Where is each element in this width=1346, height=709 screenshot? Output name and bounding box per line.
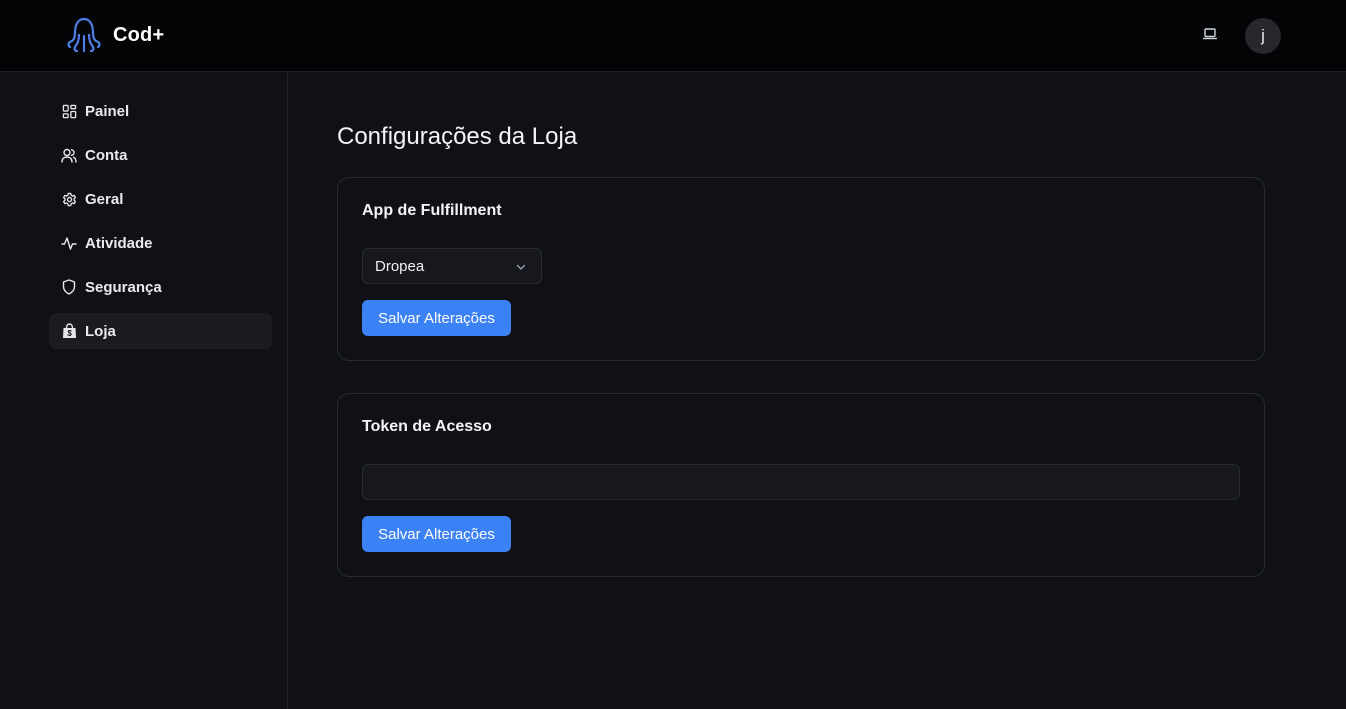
fulfillment-app-select[interactable]: Dropea bbox=[362, 248, 542, 284]
select-value: Dropea bbox=[375, 257, 425, 275]
chevron-down-icon bbox=[515, 260, 527, 272]
avatar-initial: j bbox=[1261, 26, 1265, 45]
top-bar: Cod+ j bbox=[0, 0, 1346, 72]
shopping-bag-icon bbox=[61, 323, 77, 339]
main-content: Configurações da Loja App de Fulfillment… bbox=[289, 73, 1346, 709]
gear-icon bbox=[61, 191, 77, 207]
sidebar-item-label: Conta bbox=[85, 146, 128, 164]
sidebar-item-label: Loja bbox=[85, 322, 116, 340]
theme-toggle-button[interactable] bbox=[1200, 27, 1220, 45]
sidebar-item-seguranca[interactable]: Segurança bbox=[49, 269, 272, 305]
activity-icon bbox=[61, 235, 77, 251]
app-name: Cod+ bbox=[113, 23, 165, 46]
sidebar-item-label: Segurança bbox=[85, 278, 162, 296]
octopus-logo-icon bbox=[66, 16, 102, 54]
save-token-button[interactable]: Salvar Alterações bbox=[362, 516, 511, 552]
page-title: Configurações da Loja bbox=[337, 123, 578, 150]
sidebar-item-atividade[interactable]: Atividade bbox=[49, 225, 272, 261]
save-fulfillment-button[interactable]: Salvar Alterações bbox=[362, 300, 511, 336]
dashboard-grid-icon bbox=[61, 103, 77, 119]
fulfillment-card: App de Fulfillment Dropea Salvar Alteraç… bbox=[337, 177, 1265, 361]
card-title: App de Fulfillment bbox=[362, 202, 502, 219]
sidebar-item-loja[interactable]: Loja bbox=[49, 313, 272, 349]
card-title: Token de Acesso bbox=[362, 418, 492, 435]
sidebar-item-label: Geral bbox=[85, 190, 124, 208]
sidebar-item-label: Painel bbox=[85, 102, 130, 120]
sidebar-item-label: Atividade bbox=[85, 234, 153, 252]
sidebar-item-geral[interactable]: Geral bbox=[49, 181, 272, 217]
sidebar-item-conta[interactable]: Conta bbox=[49, 137, 272, 173]
brand[interactable]: Cod+ bbox=[66, 16, 164, 54]
access-token-input[interactable] bbox=[362, 464, 1240, 500]
access-token-card: Token de Acesso Salvar Alterações bbox=[337, 393, 1265, 577]
avatar[interactable]: j bbox=[1245, 18, 1281, 54]
users-icon bbox=[61, 147, 77, 163]
sidebar: Painel Conta Geral Atividade Segurança L… bbox=[0, 73, 288, 709]
laptop-icon bbox=[1202, 27, 1218, 46]
sidebar-item-painel[interactable]: Painel bbox=[49, 93, 272, 129]
shield-icon bbox=[61, 279, 77, 295]
